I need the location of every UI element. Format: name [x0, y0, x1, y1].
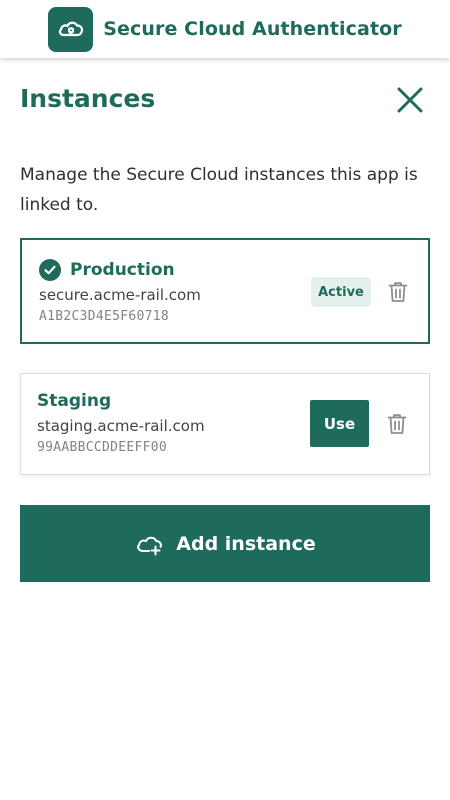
app-header: Secure Cloud Authenticator — [0, 0, 450, 58]
trash-icon — [388, 282, 408, 302]
app-title: Secure Cloud Authenticator — [103, 18, 402, 40]
instance-host: staging.acme-rail.com — [37, 417, 205, 435]
close-icon — [397, 87, 423, 113]
page-title: Instances — [20, 84, 156, 113]
active-badge: Active — [311, 277, 371, 307]
instance-fingerprint: A1B2C3D4E5F60718 — [39, 309, 170, 324]
close-button[interactable] — [392, 82, 428, 118]
page-description: Manage the Secure Cloud instances this a… — [20, 165, 418, 215]
delete-production-button[interactable] — [385, 277, 411, 307]
instance-host: secure.acme-rail.com — [39, 286, 201, 304]
instance-name: Production — [70, 260, 175, 280]
instance-fingerprint: 99AABBCCDDEEFF00 — [37, 440, 168, 455]
instance-name: Staging — [37, 391, 112, 411]
instance-name-row: Staging — [37, 391, 111, 411]
check-circle-icon — [39, 259, 61, 281]
instance-card-production[interactable]: Production secure.acme-rail.com A1B2C3D4… — [20, 238, 430, 344]
use-instance-button[interactable]: Use — [310, 400, 369, 447]
instance-name-row: Production — [39, 259, 175, 281]
trash-icon — [387, 414, 407, 434]
instance-card-staging[interactable]: Staging staging.acme-rail.com 99AABBCCDD… — [20, 373, 430, 475]
cloud-add-icon — [137, 536, 163, 555]
delete-staging-button[interactable] — [384, 409, 410, 439]
add-instance-button[interactable]: Add instance — [20, 505, 430, 582]
add-instance-label: Add instance — [176, 532, 316, 555]
cloud-shield-icon — [48, 6, 94, 52]
